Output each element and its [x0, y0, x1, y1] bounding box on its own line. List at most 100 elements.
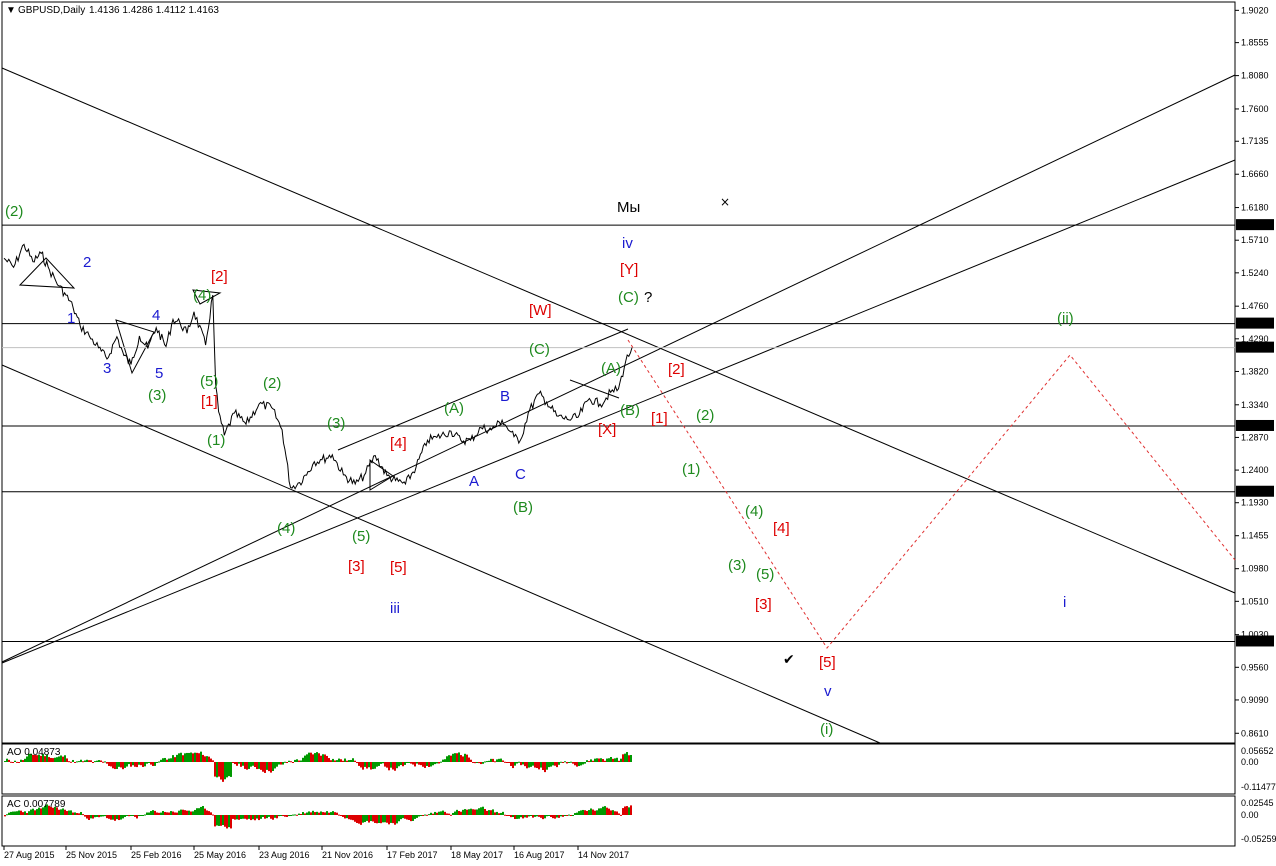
ao-bar — [66, 758, 68, 762]
ao-bar — [72, 759, 74, 762]
ac-bar — [34, 810, 36, 815]
wave-label: (C) — [618, 289, 639, 306]
ac-bar — [148, 812, 150, 815]
ac-bar — [270, 815, 272, 819]
ao-bar — [626, 752, 628, 762]
wave-label: (4) — [193, 287, 211, 304]
wave-label: (3) — [148, 387, 166, 404]
ao-bar — [144, 762, 146, 767]
ao-histogram — [4, 751, 632, 782]
price-tick-label: 1.4290 — [1241, 334, 1269, 344]
ao-bar — [18, 762, 20, 763]
ao-bar — [120, 762, 122, 768]
ao-bar — [54, 757, 56, 762]
ao-bar — [550, 762, 552, 767]
ao-bar — [280, 762, 282, 765]
ao-bar — [160, 759, 162, 762]
ac-bar — [398, 815, 400, 822]
time-tick-label: 14 Nov 2017 — [578, 850, 629, 860]
ao-bar — [218, 762, 220, 777]
ac-bar — [244, 815, 246, 819]
ac-bar — [492, 809, 494, 815]
price-tick-label: 1.4760 — [1241, 301, 1269, 311]
ac-bar — [612, 810, 614, 815]
ac-bar — [590, 808, 592, 815]
ao-bar — [112, 762, 114, 769]
ao-bar — [50, 757, 52, 762]
ao-panel-frame — [1, 743, 1236, 795]
ao-bar — [534, 762, 536, 768]
price-tick-label: 0.9560 — [1241, 662, 1269, 672]
ao-bar — [122, 762, 124, 770]
ac-bar — [368, 815, 370, 823]
ac-bar — [78, 813, 80, 815]
ac-bar — [560, 815, 562, 817]
cross-marker-icon: × — [720, 195, 730, 209]
ao-bar — [282, 762, 284, 765]
ao-bar — [234, 762, 236, 765]
ac-bar — [550, 815, 552, 817]
ao-bar — [98, 760, 100, 762]
ao-bar — [332, 758, 334, 762]
ac-bar — [532, 815, 534, 818]
ac-bar — [242, 815, 244, 819]
ao-bar — [510, 762, 512, 766]
ao-bar — [242, 762, 244, 766]
ac-bar — [582, 809, 584, 815]
ac-bar — [556, 815, 558, 818]
ac-bar — [162, 811, 164, 815]
ao-bar — [292, 762, 294, 763]
chart-header-arrow[interactable]: ▼ — [6, 5, 16, 16]
ao-bar — [584, 762, 586, 764]
ac-bar — [410, 815, 412, 822]
ac-bar — [286, 815, 288, 817]
wave-labels: (2)21345(3)(4)[2](5)[1](1)(2)(3)(4) (5)[3… — [5, 199, 1074, 738]
ao-bar — [142, 762, 144, 767]
wave-label: [4] — [390, 435, 407, 452]
ac-bar — [208, 811, 210, 815]
ac-bar — [424, 814, 426, 816]
ac-bar — [524, 815, 526, 818]
ao-bar — [536, 762, 538, 769]
ao-bar — [558, 762, 560, 765]
ac-tick-label: 0.02545 — [1241, 798, 1274, 808]
ac-bar — [506, 815, 508, 816]
ac-bar — [234, 815, 236, 820]
ao-bar — [300, 760, 302, 762]
ac-bar — [602, 806, 604, 815]
ao-bar — [270, 762, 272, 773]
ao-bar — [358, 762, 360, 766]
ac-bar — [354, 815, 356, 822]
ao-bar — [404, 762, 406, 765]
ao-bar — [444, 759, 446, 762]
ao-bar — [354, 760, 356, 762]
ac-bar — [630, 805, 632, 815]
ac-bar — [464, 809, 466, 815]
trend-line — [1, 364, 881, 744]
ao-bar — [216, 762, 218, 778]
ao-bar — [80, 759, 82, 762]
wave-label: (2) — [263, 375, 281, 392]
wave-label: 5 — [155, 365, 163, 382]
ao-bar — [14, 760, 16, 762]
ao-bar — [82, 761, 84, 763]
ao-bar — [174, 757, 176, 762]
ao-bar — [220, 762, 222, 780]
ac-bar — [216, 815, 218, 826]
ao-bar — [398, 762, 400, 767]
ac-bar — [24, 811, 26, 815]
ao-bar — [466, 754, 468, 762]
ao-bar — [266, 762, 268, 770]
ao-bar — [526, 762, 528, 769]
time-tick-label: 25 May 2016 — [194, 850, 246, 860]
ao-bar — [590, 759, 592, 762]
ac-bar — [154, 810, 156, 815]
ao-bar — [90, 760, 92, 762]
ac-bar — [236, 815, 238, 820]
ao-label: AO 0.04873 — [7, 747, 61, 758]
wave-label: (2) — [696, 407, 714, 424]
price-tick-label: 1.5240 — [1241, 268, 1269, 278]
ao-bar — [540, 762, 542, 768]
time-tick-label: 25 Feb 2016 — [131, 850, 182, 860]
ac-bar — [126, 815, 128, 816]
